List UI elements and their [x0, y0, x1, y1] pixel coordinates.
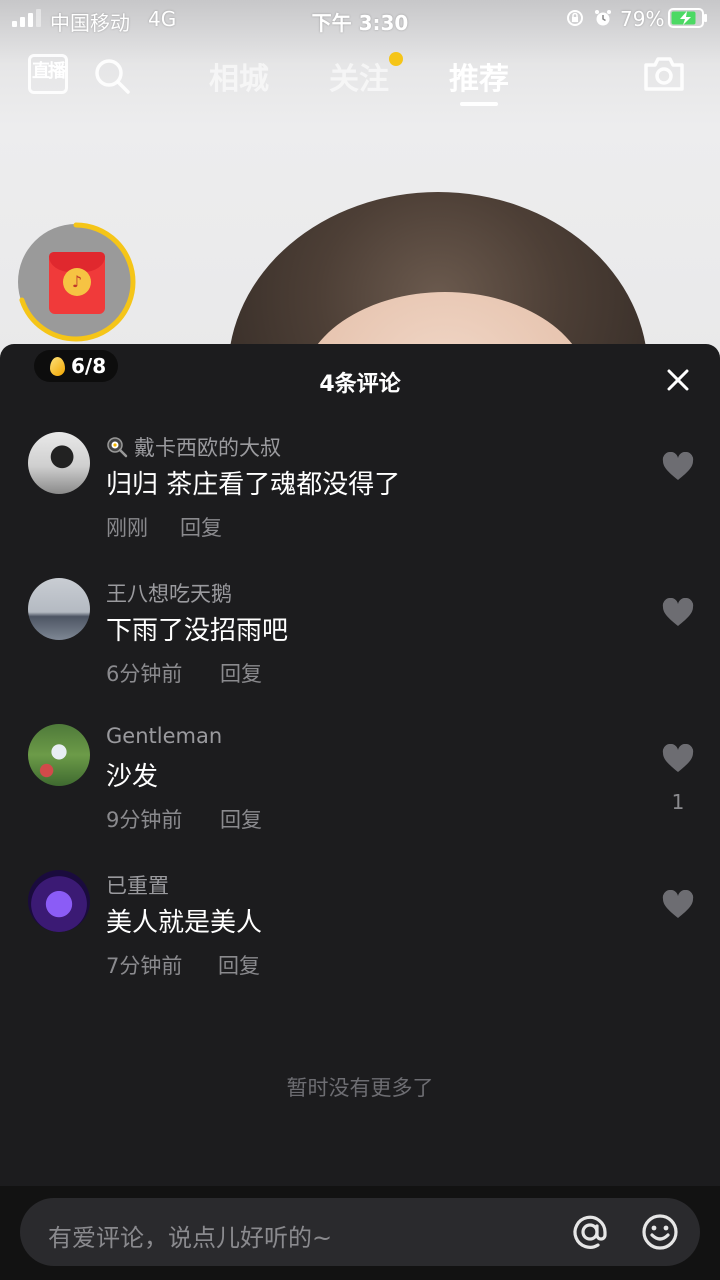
red-envelope-icon: ♪: [49, 252, 105, 314]
status-time: 下午 3:30: [311, 11, 409, 35]
orientation-lock-icon: [567, 10, 583, 26]
frying-pan-icon: [107, 437, 128, 458]
like-count: 1: [671, 790, 685, 814]
comment-time: 7分钟前: [106, 954, 183, 978]
reply-button[interactable]: 回复: [220, 658, 262, 688]
battery-charging-icon: [668, 8, 707, 28]
top-navigation: 直播 相城 关注 推荐: [0, 40, 720, 112]
reply-button[interactable]: 回复: [218, 950, 260, 980]
comment-text: 沙发: [106, 762, 159, 792]
comment-item: 戴卡西欧的大叔 归归 茶庄看了魂都没得了 刚刚 回复: [0, 432, 720, 562]
avatar[interactable]: [28, 432, 90, 494]
battery-percent: 79%: [620, 7, 665, 31]
tab-city[interactable]: 相城: [209, 54, 269, 98]
emoji-icon[interactable]: [640, 1212, 680, 1252]
camera-icon[interactable]: [642, 54, 686, 94]
live-label: 直播: [32, 61, 66, 82]
alarm-icon: [595, 10, 611, 26]
no-more-comments: 暂时没有更多了: [286, 1076, 434, 1100]
tab-recommended[interactable]: 推荐: [449, 54, 509, 98]
comment-item: 王八想吃天鹅 下雨了没招雨吧 6分钟前 回复: [0, 578, 720, 708]
avatar[interactable]: [28, 724, 90, 786]
live-icon[interactable]: 直播: [28, 54, 68, 94]
heart-icon[interactable]: [662, 890, 694, 920]
comment-text: 美人就是美人: [106, 908, 263, 938]
comment-item: Gentleman 沙发 9分钟前 回复 1: [0, 724, 720, 854]
comment-username[interactable]: 戴卡西欧的大叔: [106, 432, 281, 462]
comment-username[interactable]: Gentleman: [106, 724, 222, 748]
active-tab-indicator: [460, 102, 498, 106]
comment-input[interactable]: 有爱评论，说点儿好听的~: [20, 1198, 700, 1266]
comment-time: 刚刚: [106, 516, 148, 540]
heart-icon[interactable]: [662, 598, 694, 628]
music-note-icon: ♪: [63, 268, 91, 296]
heart-icon[interactable]: [662, 452, 694, 482]
coin-count: 6/8: [71, 354, 107, 378]
comment-item: 已重置 美人就是美人 7分钟前 回复: [0, 870, 720, 1000]
avatar[interactable]: [28, 578, 90, 640]
comment-panel: 4条评论 戴卡西欧的大叔 归归 茶庄看了魂都没得了 刚刚 回复 王八想吃天鹅 下…: [0, 344, 720, 1186]
notification-dot: [389, 52, 403, 66]
comment-username[interactable]: 已重置: [106, 870, 169, 900]
avatar[interactable]: [28, 870, 90, 932]
comment-username[interactable]: 王八想吃天鹅: [106, 578, 232, 608]
comment-text: 归归 茶庄看了魂都没得了: [106, 470, 401, 500]
mention-icon[interactable]: [570, 1212, 610, 1252]
reply-button[interactable]: 回复: [180, 512, 222, 542]
comment-time: 6分钟前: [106, 662, 183, 686]
comment-text: 下雨了没招雨吧: [106, 616, 289, 646]
gold-egg-icon: [50, 356, 65, 376]
red-packet-widget[interactable]: ♪: [16, 222, 136, 342]
search-icon[interactable]: [92, 56, 132, 96]
heart-icon[interactable]: [662, 744, 694, 774]
coin-counter[interactable]: 6/8: [34, 350, 118, 382]
comment-time: 9分钟前: [106, 808, 183, 832]
comment-input-bar: 有爱评论，说点儿好听的~: [0, 1186, 720, 1280]
tab-following[interactable]: 关注: [329, 54, 389, 98]
reply-button[interactable]: 回复: [220, 804, 262, 834]
status-bar: 中国移动 4G 下午 3:30 79%: [0, 0, 720, 38]
input-placeholder: 有爱评论，说点儿好听的~: [48, 1224, 333, 1252]
close-icon[interactable]: [664, 366, 692, 394]
